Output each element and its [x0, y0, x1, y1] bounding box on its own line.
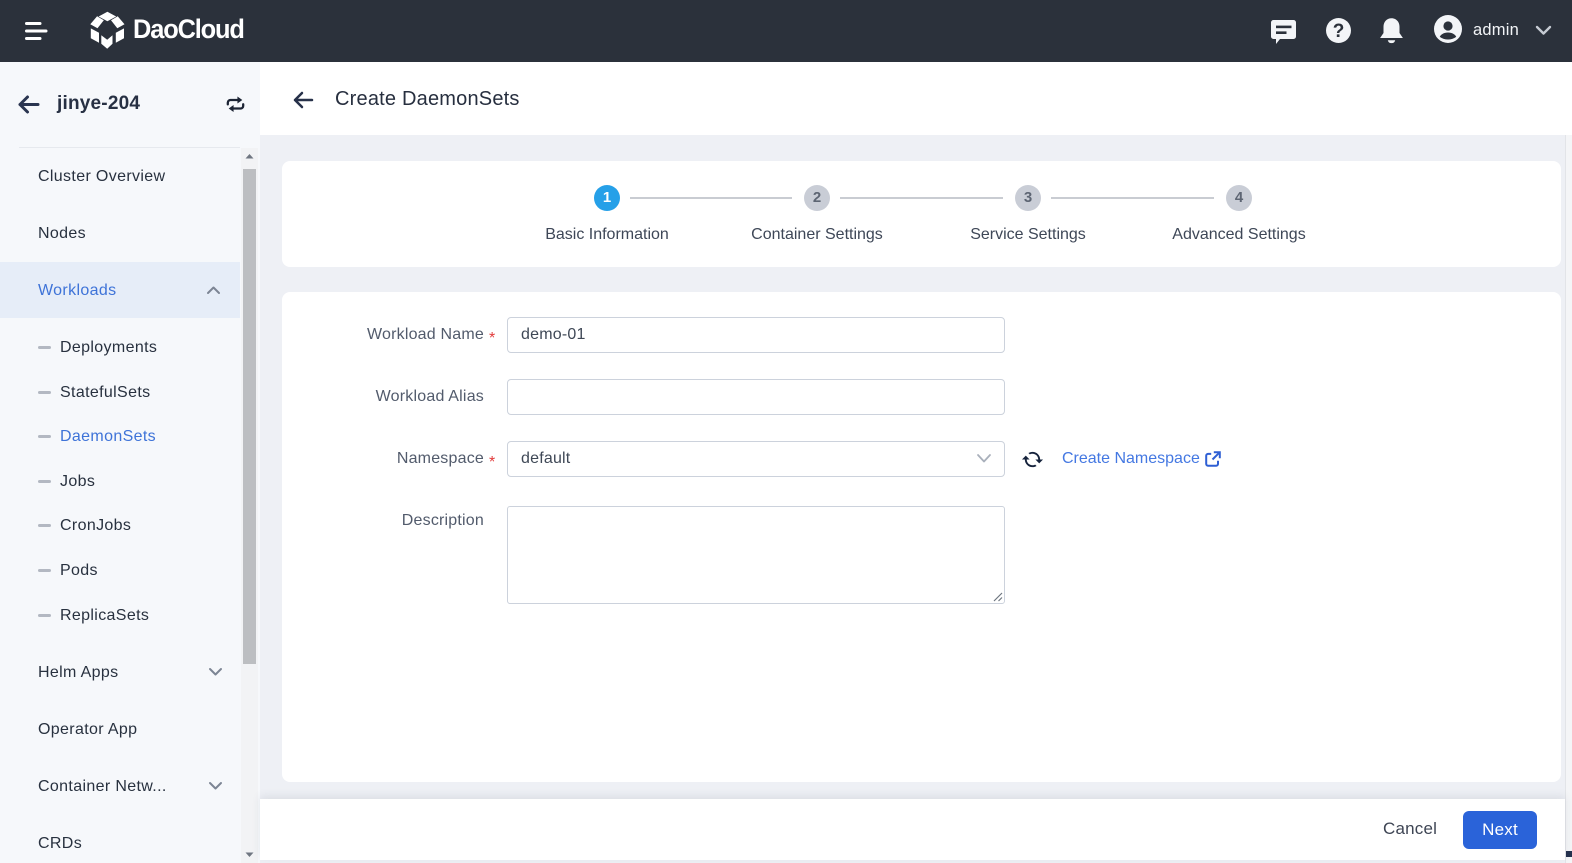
svg-text:?: ? [1333, 21, 1345, 42]
